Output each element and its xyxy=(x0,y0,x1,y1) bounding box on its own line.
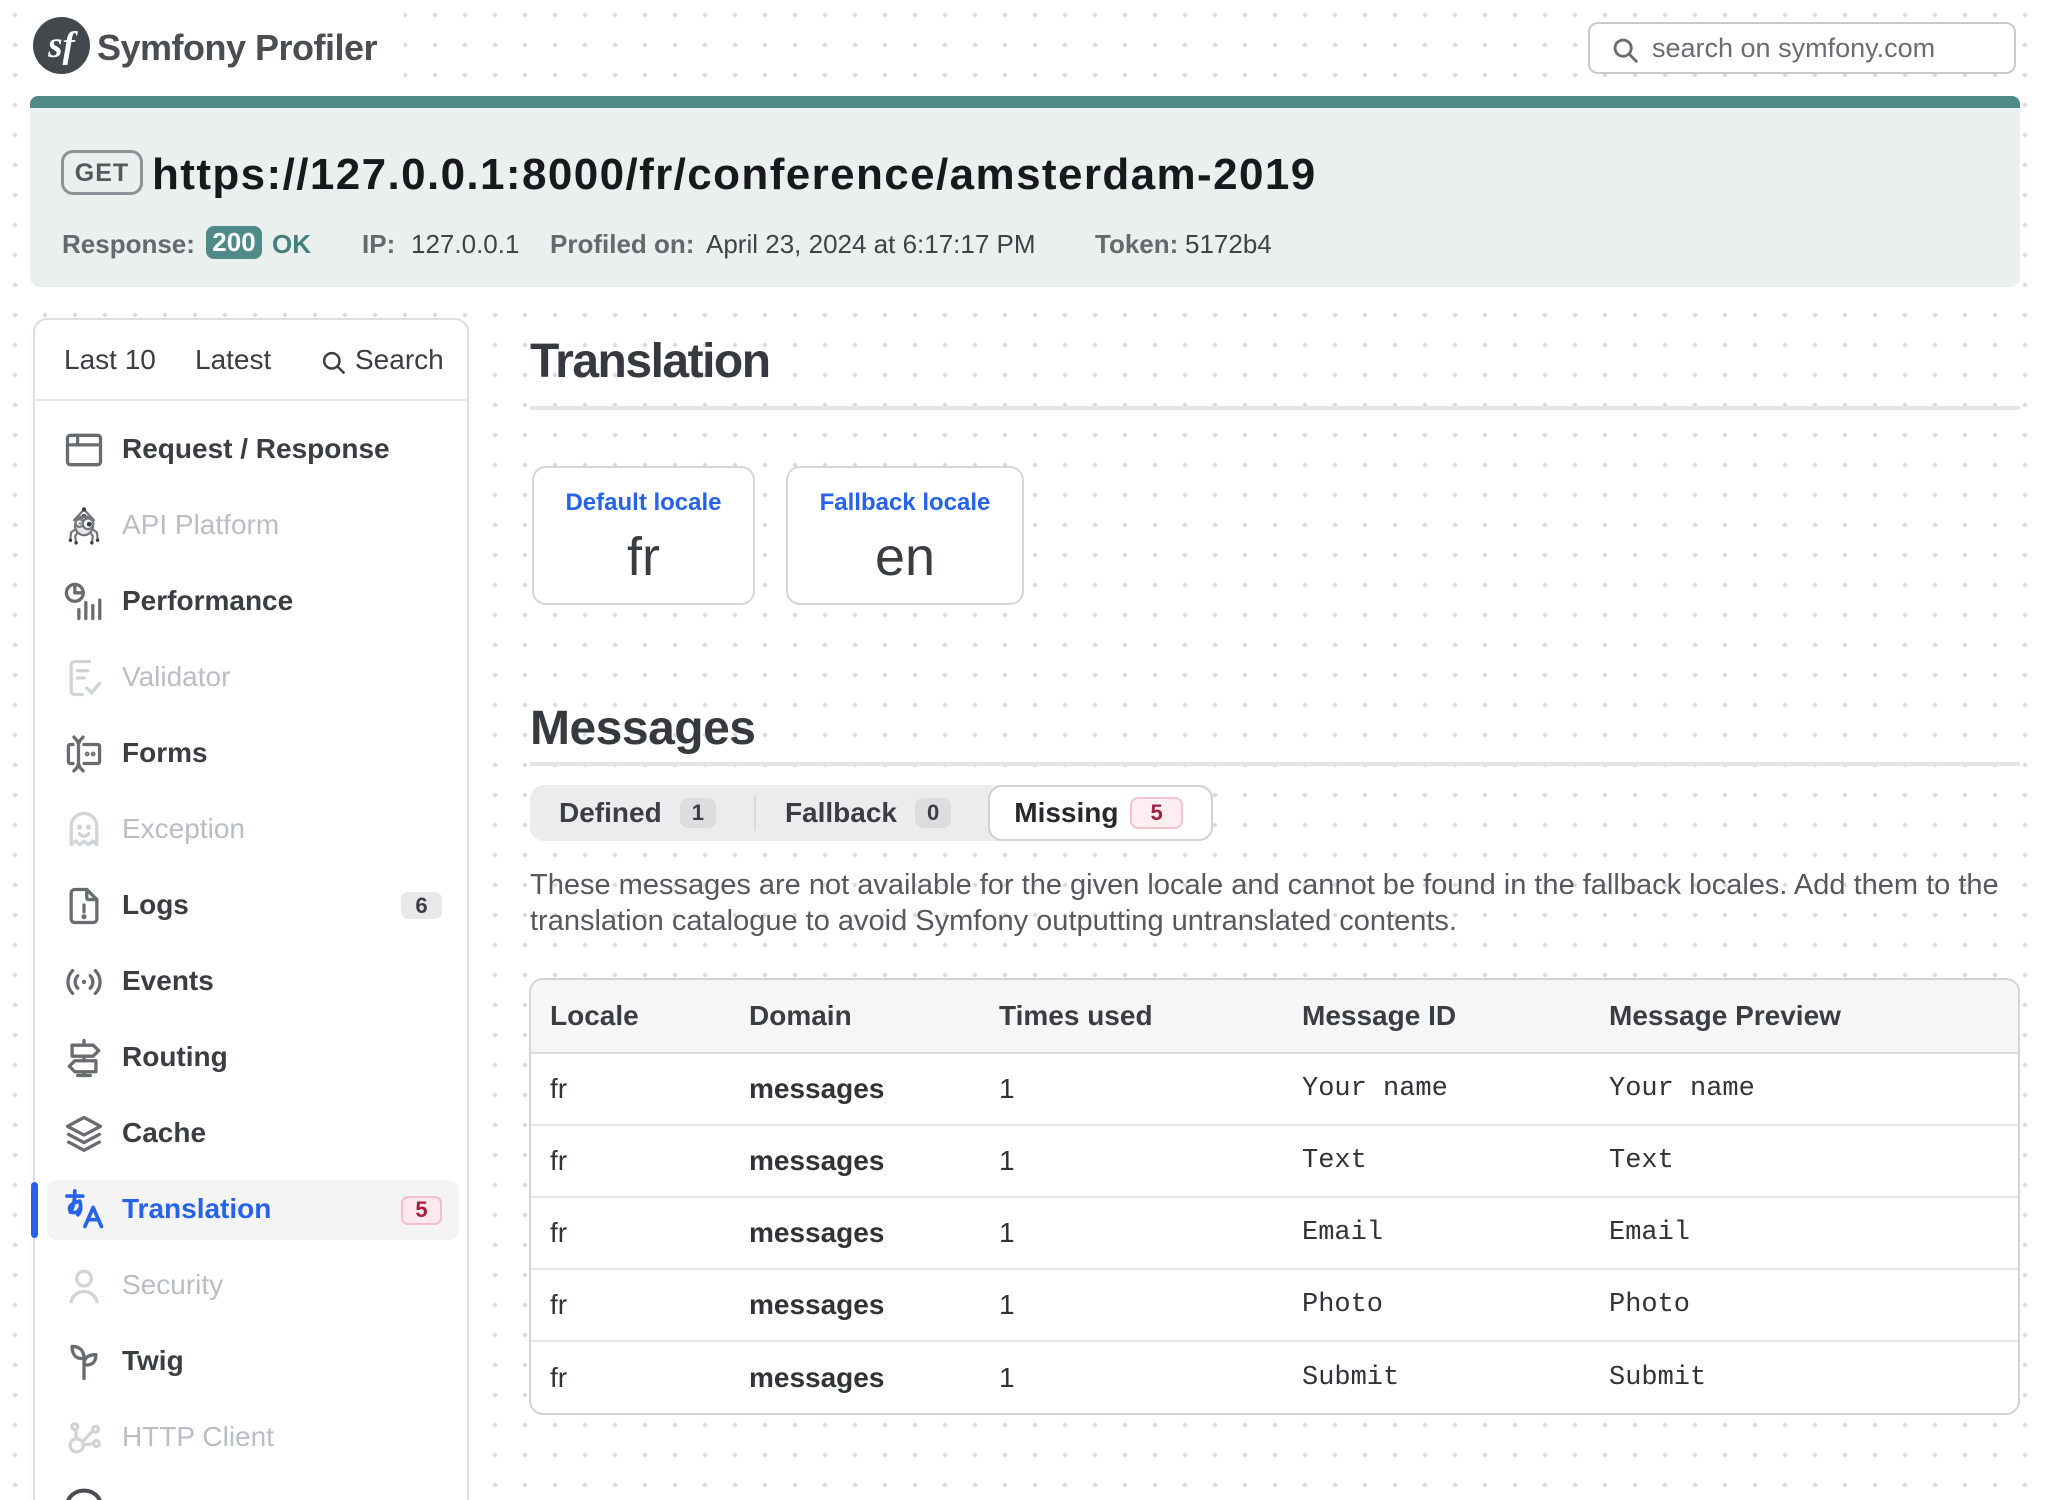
svg-text:sf: sf xyxy=(47,25,78,66)
